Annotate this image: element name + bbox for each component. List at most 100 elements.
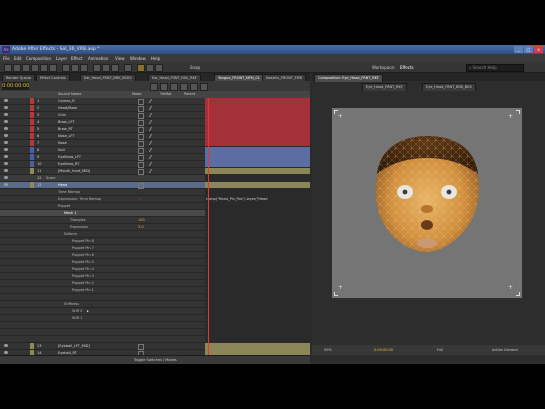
label-color[interactable] <box>30 112 34 118</box>
puppet-overlap-tool-icon[interactable] <box>146 64 154 72</box>
puppet-pin[interactable]: Puppet Pin 3 <box>72 274 94 278</box>
column-source-name[interactable]: Source Name <box>58 92 81 96</box>
property-row[interactable]: Stiffness <box>0 301 205 308</box>
property-row[interactable] <box>0 336 205 343</box>
comp-mini-flowchart-icon[interactable] <box>150 83 158 91</box>
layer-duration-bar[interactable] <box>205 147 310 167</box>
puppet-pin-row[interactable]: Puppet Pin 4 <box>0 266 205 273</box>
layer-name[interactable]: EyeBrow_RT <box>58 162 79 166</box>
label-color[interactable] <box>30 126 34 132</box>
layer-row[interactable]: 5 Brow_RT <box>0 126 205 133</box>
property-row[interactable]: Mesh 1 <box>0 210 205 217</box>
layer-row[interactable]: 12 Scale <box>0 175 205 182</box>
layer-row[interactable]: 3 Chin <box>0 112 205 119</box>
property-row[interactable]: Expression: Time Remap = <box>0 196 205 203</box>
eye-icon[interactable] <box>4 113 8 116</box>
camera-dropdown[interactable]: Active Camera <box>492 348 518 352</box>
breadcrumb-comp-1[interactable]: Eye_Head_FRNT_RKF <box>362 83 407 91</box>
puppet-pin[interactable]: Puppet Pin 7 <box>72 246 94 250</box>
property-row[interactable] <box>0 322 205 329</box>
triangles-value[interactable]: 100 <box>138 218 145 222</box>
layer-row[interactable]: 7 Nose <box>0 140 205 147</box>
expression-text-field[interactable]: comp("Head_Pin_Pos").layer("Head <box>206 197 268 201</box>
layer-row[interactable]: 2 Head/Mask <box>0 105 205 112</box>
puppet-pin-row[interactable]: Puppet Pin 2 <box>0 280 205 287</box>
pen-switch-icon[interactable] <box>144 99 153 103</box>
column-parent[interactable]: Parent <box>184 92 195 96</box>
menu-layer[interactable]: Layer <box>56 56 67 61</box>
current-time-indicator[interactable] <box>208 98 209 360</box>
expansion-value[interactable]: 3.0 <box>138 225 144 229</box>
stiffness-pin[interactable]: Stiff 2 <box>72 309 82 313</box>
property-row[interactable]: Stiff 1 <box>0 315 205 322</box>
selection-tool-icon[interactable] <box>4 64 12 72</box>
puppet-face-layer[interactable] <box>332 108 522 298</box>
camera-tool-icon[interactable] <box>40 64 48 72</box>
workspace-dropdown[interactable]: Effects <box>400 65 414 70</box>
puppet-pin-row[interactable]: Puppet Pin 7 <box>0 245 205 252</box>
puppet-pin[interactable]: Puppet Pin 6 <box>72 253 94 257</box>
clone-stamp-tool-icon[interactable] <box>102 64 110 72</box>
property-row[interactable]: Deform <box>0 231 205 238</box>
close-icon[interactable]: x <box>534 46 543 53</box>
eye-icon[interactable] <box>4 176 8 179</box>
label-color[interactable] <box>30 182 34 188</box>
breadcrumb-comp-2[interactable]: Eye_Head_FRNT_BRK_BKS <box>422 83 476 91</box>
menu-edit[interactable]: Edit <box>14 56 22 61</box>
layer-name[interactable]: Cornea_R <box>58 99 75 103</box>
layer-name[interactable]: EyeBrow_LFT <box>58 155 81 159</box>
layer-row[interactable]: 8 Null <box>0 147 205 154</box>
layer-row[interactable]: 10 EyeBrow_RT <box>0 161 205 168</box>
label-color[interactable] <box>30 140 34 146</box>
layer-row[interactable]: 6 Nose_LFT <box>0 133 205 140</box>
layer-name[interactable]: Brow_RT <box>58 127 73 131</box>
pen-switch-icon[interactable] <box>144 120 153 124</box>
layer-name[interactable]: Head/Mask <box>58 106 77 110</box>
puppet-pin-row[interactable]: Puppet Pin 6 <box>0 252 205 259</box>
layer-name[interactable]: Chin <box>58 113 66 117</box>
pen-switch-icon[interactable] <box>144 141 153 145</box>
menu-file[interactable]: File <box>3 56 10 61</box>
menu-animation[interactable]: Animation <box>88 56 108 61</box>
layer-name[interactable]: Head <box>58 183 67 187</box>
eye-icon[interactable] <box>4 141 8 144</box>
motion-blur-icon[interactable] <box>190 83 198 91</box>
pen-switch-icon[interactable] <box>144 169 153 173</box>
label-color[interactable] <box>30 119 34 125</box>
layer-name[interactable]: Nose_LFT <box>58 134 75 138</box>
property-row[interactable]: Expansion 3.0 <box>0 224 205 231</box>
property-expression[interactable]: Expression: Time Remap <box>58 197 101 201</box>
pen-tool-icon[interactable] <box>71 64 79 72</box>
puppet-pin-row[interactable]: Puppet Pin 3 <box>0 273 205 280</box>
eye-icon[interactable] <box>4 134 8 137</box>
column-mode[interactable]: Mode <box>132 92 142 96</box>
effect-puppet[interactable]: Puppet <box>58 204 70 208</box>
frame-blending-icon[interactable] <box>180 83 188 91</box>
puppet-pin[interactable]: Puppet Pin 5 <box>72 260 94 264</box>
mask-tool-icon[interactable] <box>62 64 70 72</box>
property-row[interactable] <box>0 329 205 336</box>
composition-viewer[interactable]: + + + + <box>332 108 522 298</box>
layer-name[interactable]: Null <box>58 148 65 152</box>
minimize-icon[interactable]: _ <box>514 46 523 53</box>
puppet-starch-tool-icon[interactable] <box>155 64 163 72</box>
viewer-timecode[interactable]: 0:00:00:00 <box>374 348 393 352</box>
pen-switch-icon[interactable] <box>144 148 153 152</box>
property-stiffness[interactable]: Stiffness <box>64 302 79 306</box>
property-row[interactable]: Time Remap <box>0 189 205 196</box>
brush-tool-icon[interactable] <box>93 64 101 72</box>
layer-duration-bar[interactable] <box>205 182 310 188</box>
label-color[interactable] <box>30 133 34 139</box>
layer-duration-bar[interactable] <box>205 168 310 174</box>
puppet-pin-row[interactable]: Puppet Pin 8 <box>0 238 205 245</box>
puppet-pin[interactable]: Puppet Pin 1 <box>72 288 94 292</box>
timeline-bars-area[interactable]: comp("Head_Pin_Pos").layer("Head <box>205 98 310 360</box>
menu-window[interactable]: Window <box>130 56 146 61</box>
shy-layers-icon[interactable] <box>170 83 178 91</box>
hand-tool-icon[interactable] <box>13 64 21 72</box>
pen-switch-icon[interactable] <box>144 127 153 131</box>
search-help-input[interactable]: ⌕ Search Help <box>466 64 524 72</box>
property-mesh[interactable]: Mesh 1 <box>64 211 77 215</box>
property-row[interactable] <box>0 294 205 301</box>
property-row[interactable]: Stiff 2 ▸ <box>0 308 205 315</box>
